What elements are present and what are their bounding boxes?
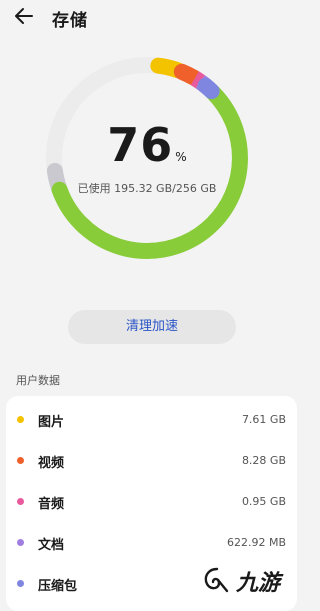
user-data-section-label: 用户数据 [16,374,60,387]
list-item-documents[interactable]: 文档 622.92 MB [6,523,297,563]
back-button[interactable] [12,5,38,27]
usage-percent-value: 76 [107,118,174,172]
images-color-dot [17,416,24,423]
list-item-label: 文档 [38,538,65,553]
list-item-label: 视频 [38,456,65,471]
list-item-videos[interactable]: 视频 8.28 GB [6,441,297,481]
videos-color-dot [17,457,24,464]
page-title: 存储 [52,11,88,31]
usage-text: 已使用 195.32 GB/256 GB [77,182,217,195]
documents-color-dot [17,539,24,546]
usage-percent: 76% [41,118,253,172]
list-item-size: 8.28 GB [241,454,286,467]
ring-segment-videos [173,63,202,86]
list-item-label: 压缩包 [38,579,78,594]
list-item-label: 音频 [38,497,65,512]
list-item-size: 622.92 MB [226,536,286,549]
list-item-images[interactable]: 图片 7.61 GB [6,400,297,440]
header: 存储 [0,0,303,34]
watermark-text: 九游 [236,571,281,596]
list-item-label: 图片 [38,415,65,430]
usage-percent-unit: % [175,150,187,164]
jiuyou-watermark: 九游 [200,565,300,601]
arrow-left-icon [15,8,33,24]
audio-color-dot [17,498,24,505]
jiuyou-logo-icon [204,567,229,593]
clean-speedup-button[interactable]: 清理加速 [68,310,236,344]
list-item-size: 0.95 GB [241,495,286,508]
list-item-audio[interactable]: 音频 0.95 GB [6,482,297,522]
archives-color-dot [17,580,24,587]
storage-ring: 76% 已使用 195.32 GB/256 GB [41,52,253,264]
list-item-size: 7.61 GB [241,413,286,426]
ring-segment-archives [197,77,220,100]
